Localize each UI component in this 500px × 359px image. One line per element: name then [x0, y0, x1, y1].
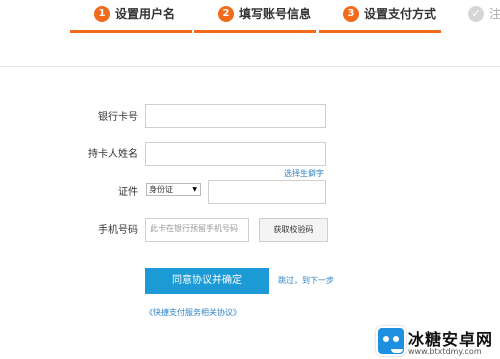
cardholder-name-input[interactable]: [145, 142, 326, 166]
step-number: 3: [343, 6, 359, 22]
cardholder-name-label: 持卡人姓名: [88, 149, 138, 160]
get-code-button[interactable]: 获取校验码: [259, 218, 328, 242]
step-number: 1: [94, 6, 110, 22]
id-number-input[interactable]: [208, 180, 326, 204]
card-number-label: 银行卡号: [98, 112, 138, 123]
agree-confirm-button[interactable]: 同意协议并确定: [145, 268, 269, 294]
step-label: 注: [489, 7, 500, 21]
dropdown-arrow-icon: ▼: [192, 186, 197, 193]
check-icon: ✓: [468, 6, 484, 22]
step-underline: [194, 30, 316, 33]
agreement-link[interactable]: 《快捷支付服务相关协议》: [145, 307, 241, 319]
id-type-select[interactable]: 身份证 ▼: [146, 183, 201, 196]
watermark: 冰糖安卓网 www.btxtdmy.com: [370, 322, 500, 359]
id-label: 证件: [118, 187, 138, 198]
id-type-value: 身份证: [149, 185, 173, 194]
watermark-url: www.btxtdmy.com: [408, 347, 482, 356]
step-label: 设置支付方式: [364, 7, 437, 21]
skip-link[interactable]: 跳过，到下一步: [278, 275, 334, 287]
header-divider: [0, 66, 500, 67]
rare-char-link[interactable]: 选择生僻字: [284, 168, 324, 180]
step-label: 设置用户名: [115, 7, 176, 21]
watermark-logo-icon: [376, 326, 406, 356]
step-number: 2: [218, 6, 234, 22]
phone-input[interactable]: 此卡在银行预留手机号码: [145, 218, 249, 242]
card-number-input[interactable]: [145, 104, 326, 128]
phone-label: 手机号码: [98, 225, 138, 236]
step-underline: [70, 30, 192, 33]
step-label: 填写账号信息: [239, 7, 312, 21]
step-underline: [319, 30, 441, 33]
step-progress-bar: 1 设置用户名 2 填写账号信息 3 设置支付方式 ✓ 注: [0, 0, 500, 33]
